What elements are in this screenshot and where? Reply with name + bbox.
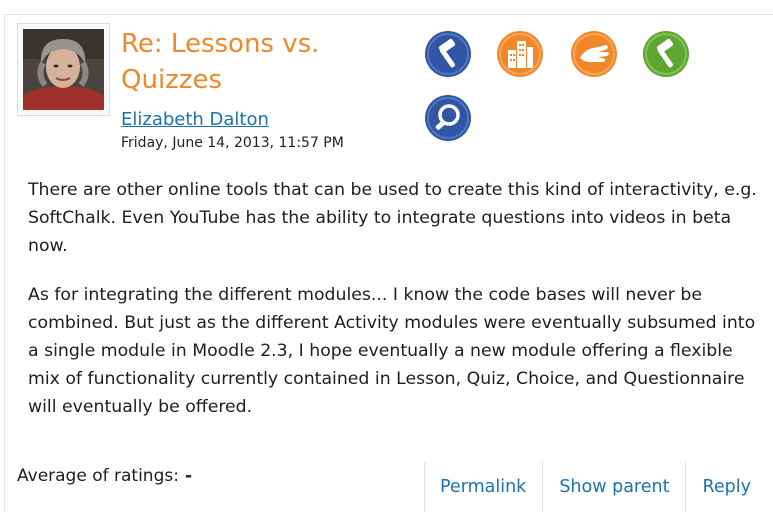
post-subject: Re: Lessons vs. Quizzes (121, 29, 320, 95)
show-parent-link[interactable]: Show parent (542, 462, 685, 512)
handshake-badge-icon[interactable] (571, 31, 617, 77)
avatar[interactable] (23, 29, 104, 110)
ratings-summary: Average of ratings: - (17, 464, 192, 488)
permalink-link[interactable]: Permalink (424, 462, 542, 512)
post-paragraph: There are other online tools that can be… (28, 180, 757, 256)
buildings-badge-icon[interactable] (497, 31, 543, 77)
post-content: There are other online tools that can be… (28, 176, 763, 442)
avatar-frame[interactable] (17, 23, 110, 116)
hammer-badge-icon[interactable] (425, 31, 471, 77)
post-date: Friday, June 14, 2013, 11:57 PM (121, 135, 344, 151)
post-paragraph: As for integrating the different modules… (28, 285, 756, 417)
avatar-portrait (23, 29, 104, 110)
ratings-value: - (184, 466, 193, 486)
magnifier-badge-icon[interactable] (425, 95, 471, 141)
hammer-green-badge-icon[interactable] (643, 31, 689, 77)
author-link[interactable]: Elizabeth Dalton (121, 109, 269, 131)
ratings-label: Average of ratings: (17, 466, 179, 486)
post-commands: Permalink Show parent Reply (424, 462, 767, 512)
forum-post: Re: Lessons vs. Quizzes Elizabeth Dalton… (0, 0, 773, 512)
reply-link[interactable]: Reply (685, 462, 766, 512)
